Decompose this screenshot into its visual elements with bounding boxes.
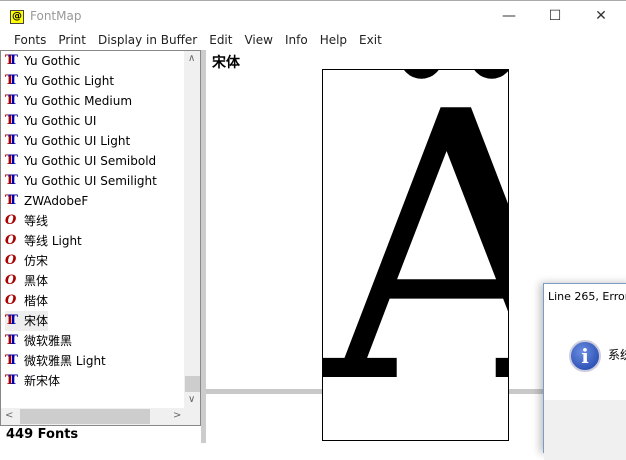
- preview-font-name: 宋体: [212, 55, 240, 71]
- truetype-icon: TT: [5, 73, 17, 88]
- glyph-preview: Ä: [322, 69, 509, 441]
- scroll-up-icon[interactable]: ∧: [188, 53, 195, 64]
- menu-edit[interactable]: Edit: [203, 30, 238, 50]
- status-bar: 449 Fonts: [6, 427, 79, 442]
- list-item[interactable]: TT 微软雅黑: [5, 331, 72, 351]
- list-item[interactable]: O 等线 Light: [5, 231, 82, 251]
- vertical-scrollbar[interactable]: ∧ ∨: [184, 51, 200, 408]
- info-icon: i: [569, 340, 601, 372]
- list-item[interactable]: TT Yu Gothic UI Light: [5, 131, 130, 151]
- list-item[interactable]: TT Yu Gothic Medium: [5, 91, 132, 111]
- dialog-footer: [544, 400, 626, 460]
- horizontal-scrollbar[interactable]: < >: [1, 408, 200, 425]
- list-item[interactable]: TT Yu Gothic Light: [5, 71, 114, 91]
- opentype-icon: O: [5, 213, 17, 228]
- window-title: FontMap: [30, 9, 82, 23]
- font-name: Yu Gothic UI: [24, 114, 97, 128]
- truetype-icon: TT: [5, 53, 17, 68]
- menu-view[interactable]: View: [238, 30, 278, 50]
- list-item[interactable]: O 黑体: [5, 271, 48, 291]
- menu-print[interactable]: Print: [52, 30, 92, 50]
- truetype-icon: TT: [5, 173, 17, 188]
- scroll-thumb[interactable]: [20, 409, 150, 424]
- truetype-icon: TT: [5, 373, 17, 388]
- font-name: 仿宋: [24, 254, 49, 268]
- app-icon: @: [10, 10, 24, 24]
- font-name: 黑体: [24, 274, 49, 288]
- truetype-icon: TT: [5, 113, 17, 128]
- font-name: 等线 Light: [24, 234, 82, 248]
- opentype-icon: O: [5, 233, 17, 248]
- truetype-icon: TT: [5, 333, 17, 348]
- truetype-icon: TT: [5, 353, 17, 368]
- menu-display-in-buffer[interactable]: Display in Buffer: [92, 30, 203, 50]
- menu-exit[interactable]: Exit: [353, 30, 388, 50]
- truetype-icon: TT: [5, 153, 17, 168]
- list-item[interactable]: TT 微软雅黑 Light: [5, 351, 106, 371]
- font-name: Yu Gothic Medium: [24, 94, 133, 108]
- truetype-icon: TT: [5, 313, 17, 328]
- minimize-button[interactable]: —: [486, 1, 532, 31]
- dialog-title: Line 265, Error: [548, 290, 626, 303]
- list-item[interactable]: TT Yu Gothic: [5, 51, 80, 71]
- font-name: 等线: [24, 214, 49, 228]
- scroll-left-icon[interactable]: <: [5, 410, 13, 421]
- list-item[interactable]: TT 新宋体: [5, 371, 60, 391]
- truetype-icon: TT: [5, 93, 17, 108]
- font-name: 微软雅黑: [24, 334, 73, 348]
- list-item[interactable]: TT ZWAdobeF: [5, 191, 88, 211]
- truetype-icon: TT: [5, 133, 17, 148]
- list-item[interactable]: O 楷体: [5, 291, 48, 311]
- glyph-character: Ä: [323, 70, 508, 440]
- scroll-right-icon[interactable]: >: [173, 410, 181, 421]
- list-item[interactable]: O 仿宋: [5, 251, 48, 271]
- dialog-message: 系统: [608, 348, 626, 362]
- close-button[interactable]: ✕: [578, 1, 624, 31]
- list-item[interactable]: TT Yu Gothic UI Semilight: [5, 171, 157, 191]
- scroll-down-icon[interactable]: ∨: [188, 394, 195, 405]
- menu-fonts[interactable]: Fonts: [8, 30, 52, 50]
- menu-bar: Fonts Print Display in Buffer Edit View Info H…: [0, 30, 626, 50]
- font-name: 微软雅黑 Light: [24, 354, 106, 368]
- list-item[interactable]: O 等线: [5, 211, 48, 231]
- font-list[interactable]: TT 新宋体 TT 微软雅黑 Light TT 微软雅黑 TT 宋体 O 楷体 O 黑体 O 仿宋 O 等线 …: [0, 50, 201, 426]
- font-name: 新宋体: [24, 374, 61, 388]
- font-name: Yu Gothic: [24, 54, 81, 68]
- font-name: 楷体: [24, 294, 49, 308]
- opentype-icon: O: [5, 253, 17, 268]
- title-bar: @ FontMap — ☐ ✕: [0, 0, 626, 30]
- opentype-icon: O: [5, 293, 17, 308]
- font-name: 宋体: [24, 314, 49, 328]
- maximize-button[interactable]: ☐: [532, 1, 578, 31]
- font-name: Yu Gothic UI Semilight: [24, 174, 157, 188]
- scroll-thumb[interactable]: [185, 376, 200, 392]
- opentype-icon: O: [5, 273, 17, 288]
- menu-help[interactable]: Help: [314, 30, 353, 50]
- truetype-icon: TT: [5, 193, 17, 208]
- error-dialog: Line 265, Error i 系统: [543, 283, 626, 460]
- font-name: Yu Gothic Light: [24, 74, 115, 88]
- font-name: Yu Gothic UI Light: [24, 134, 131, 148]
- menu-info[interactable]: Info: [279, 30, 314, 50]
- font-name: Yu Gothic UI Semibold: [24, 154, 157, 168]
- list-item[interactable]: TT Yu Gothic UI Semibold: [5, 151, 156, 171]
- list-item[interactable]: TT 宋体: [5, 311, 49, 331]
- font-name: ZWAdobeF: [24, 194, 89, 208]
- list-item[interactable]: TT Yu Gothic UI: [5, 111, 96, 131]
